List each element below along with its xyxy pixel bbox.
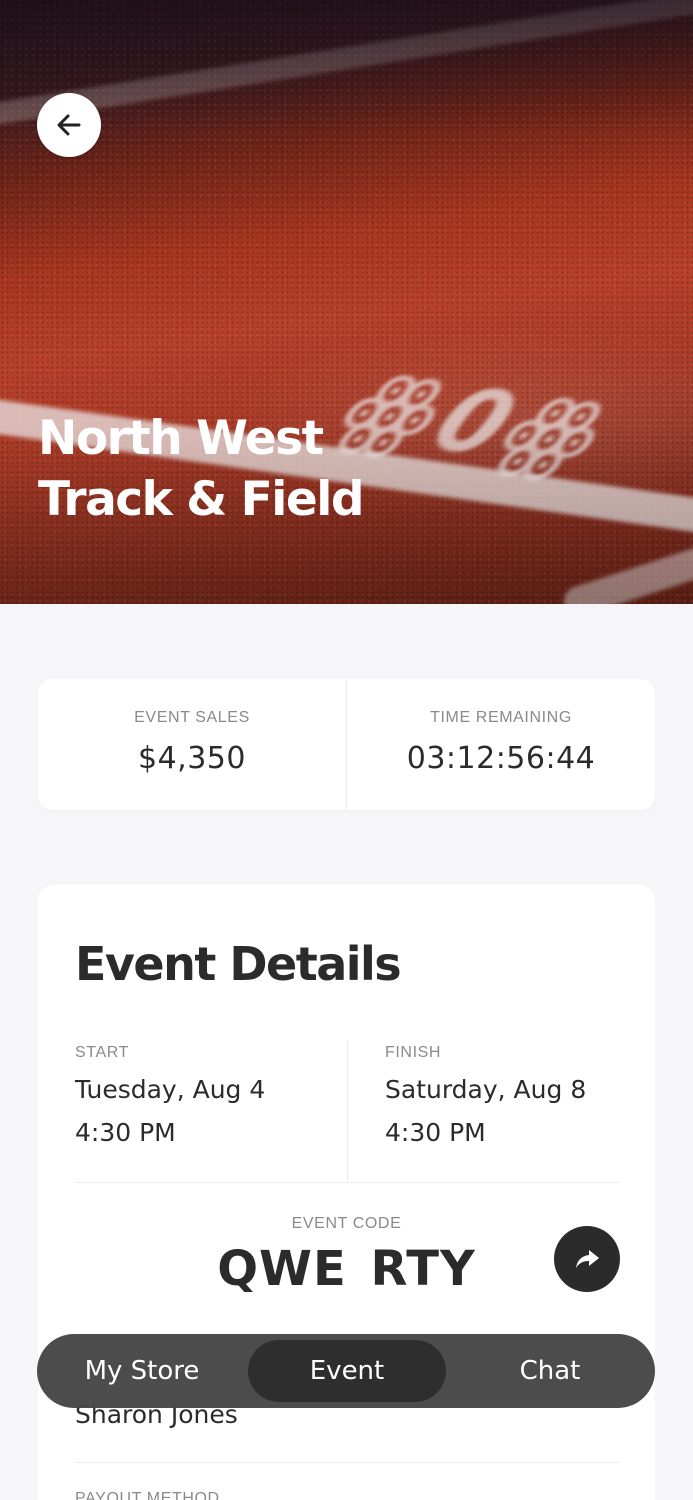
event-sales-stat: EVENT SALES $4,350 xyxy=(38,679,346,810)
tab-my-store[interactable]: My Store xyxy=(43,1340,241,1402)
time-remaining-value: 03:12:56:44 xyxy=(406,741,596,776)
event-title: North West Track & Field xyxy=(38,408,364,530)
finish-label: FINISH xyxy=(385,1044,442,1061)
finish-date-block: FINISH Saturday, Aug 8 4:30 PM xyxy=(347,1040,619,1182)
start-date-block: START Tuesday, Aug 4 4:30 PM xyxy=(75,1040,347,1182)
hero-banner: ꙮ0ꙮ North West Track & Field xyxy=(0,0,693,604)
payout-method-label: PAYOUT METHOD xyxy=(75,1490,220,1500)
lane-line xyxy=(0,0,693,130)
share-arrow-icon xyxy=(576,1250,599,1268)
tab-chat[interactable]: Chat xyxy=(451,1340,649,1402)
back-button[interactable] xyxy=(37,93,101,157)
time-remaining-stat: TIME REMAINING 03:12:56:44 xyxy=(346,679,655,810)
finish-date: Saturday, Aug 8 xyxy=(385,1075,587,1104)
stats-card: EVENT SALES $4,350 TIME REMAINING 03:12:… xyxy=(38,679,655,810)
event-details-heading: Event Details xyxy=(75,937,402,991)
start-label: START xyxy=(75,1044,129,1061)
tab-event[interactable]: Event xyxy=(248,1340,446,1402)
bottom-tab-bar: My Store Event Chat xyxy=(37,1334,655,1408)
event-title-line-2: Track & Field xyxy=(38,472,364,527)
event-code-label: EVENT CODE xyxy=(291,1215,402,1232)
event-title-line-1: North West xyxy=(38,411,324,466)
share-code-button[interactable] xyxy=(554,1226,620,1292)
finish-time: 4:30 PM xyxy=(385,1118,486,1147)
event-sales-value: $4,350 xyxy=(138,741,246,776)
start-time: 4:30 PM xyxy=(75,1118,176,1147)
start-date: Tuesday, Aug 4 xyxy=(75,1075,266,1104)
event-dates: START Tuesday, Aug 4 4:30 PM FINISH Satu… xyxy=(75,1040,620,1183)
time-remaining-label: TIME REMAINING xyxy=(430,709,572,726)
arrow-left-icon xyxy=(57,114,81,136)
event-sales-label: EVENT SALES xyxy=(134,709,250,726)
lane-line xyxy=(560,529,693,604)
